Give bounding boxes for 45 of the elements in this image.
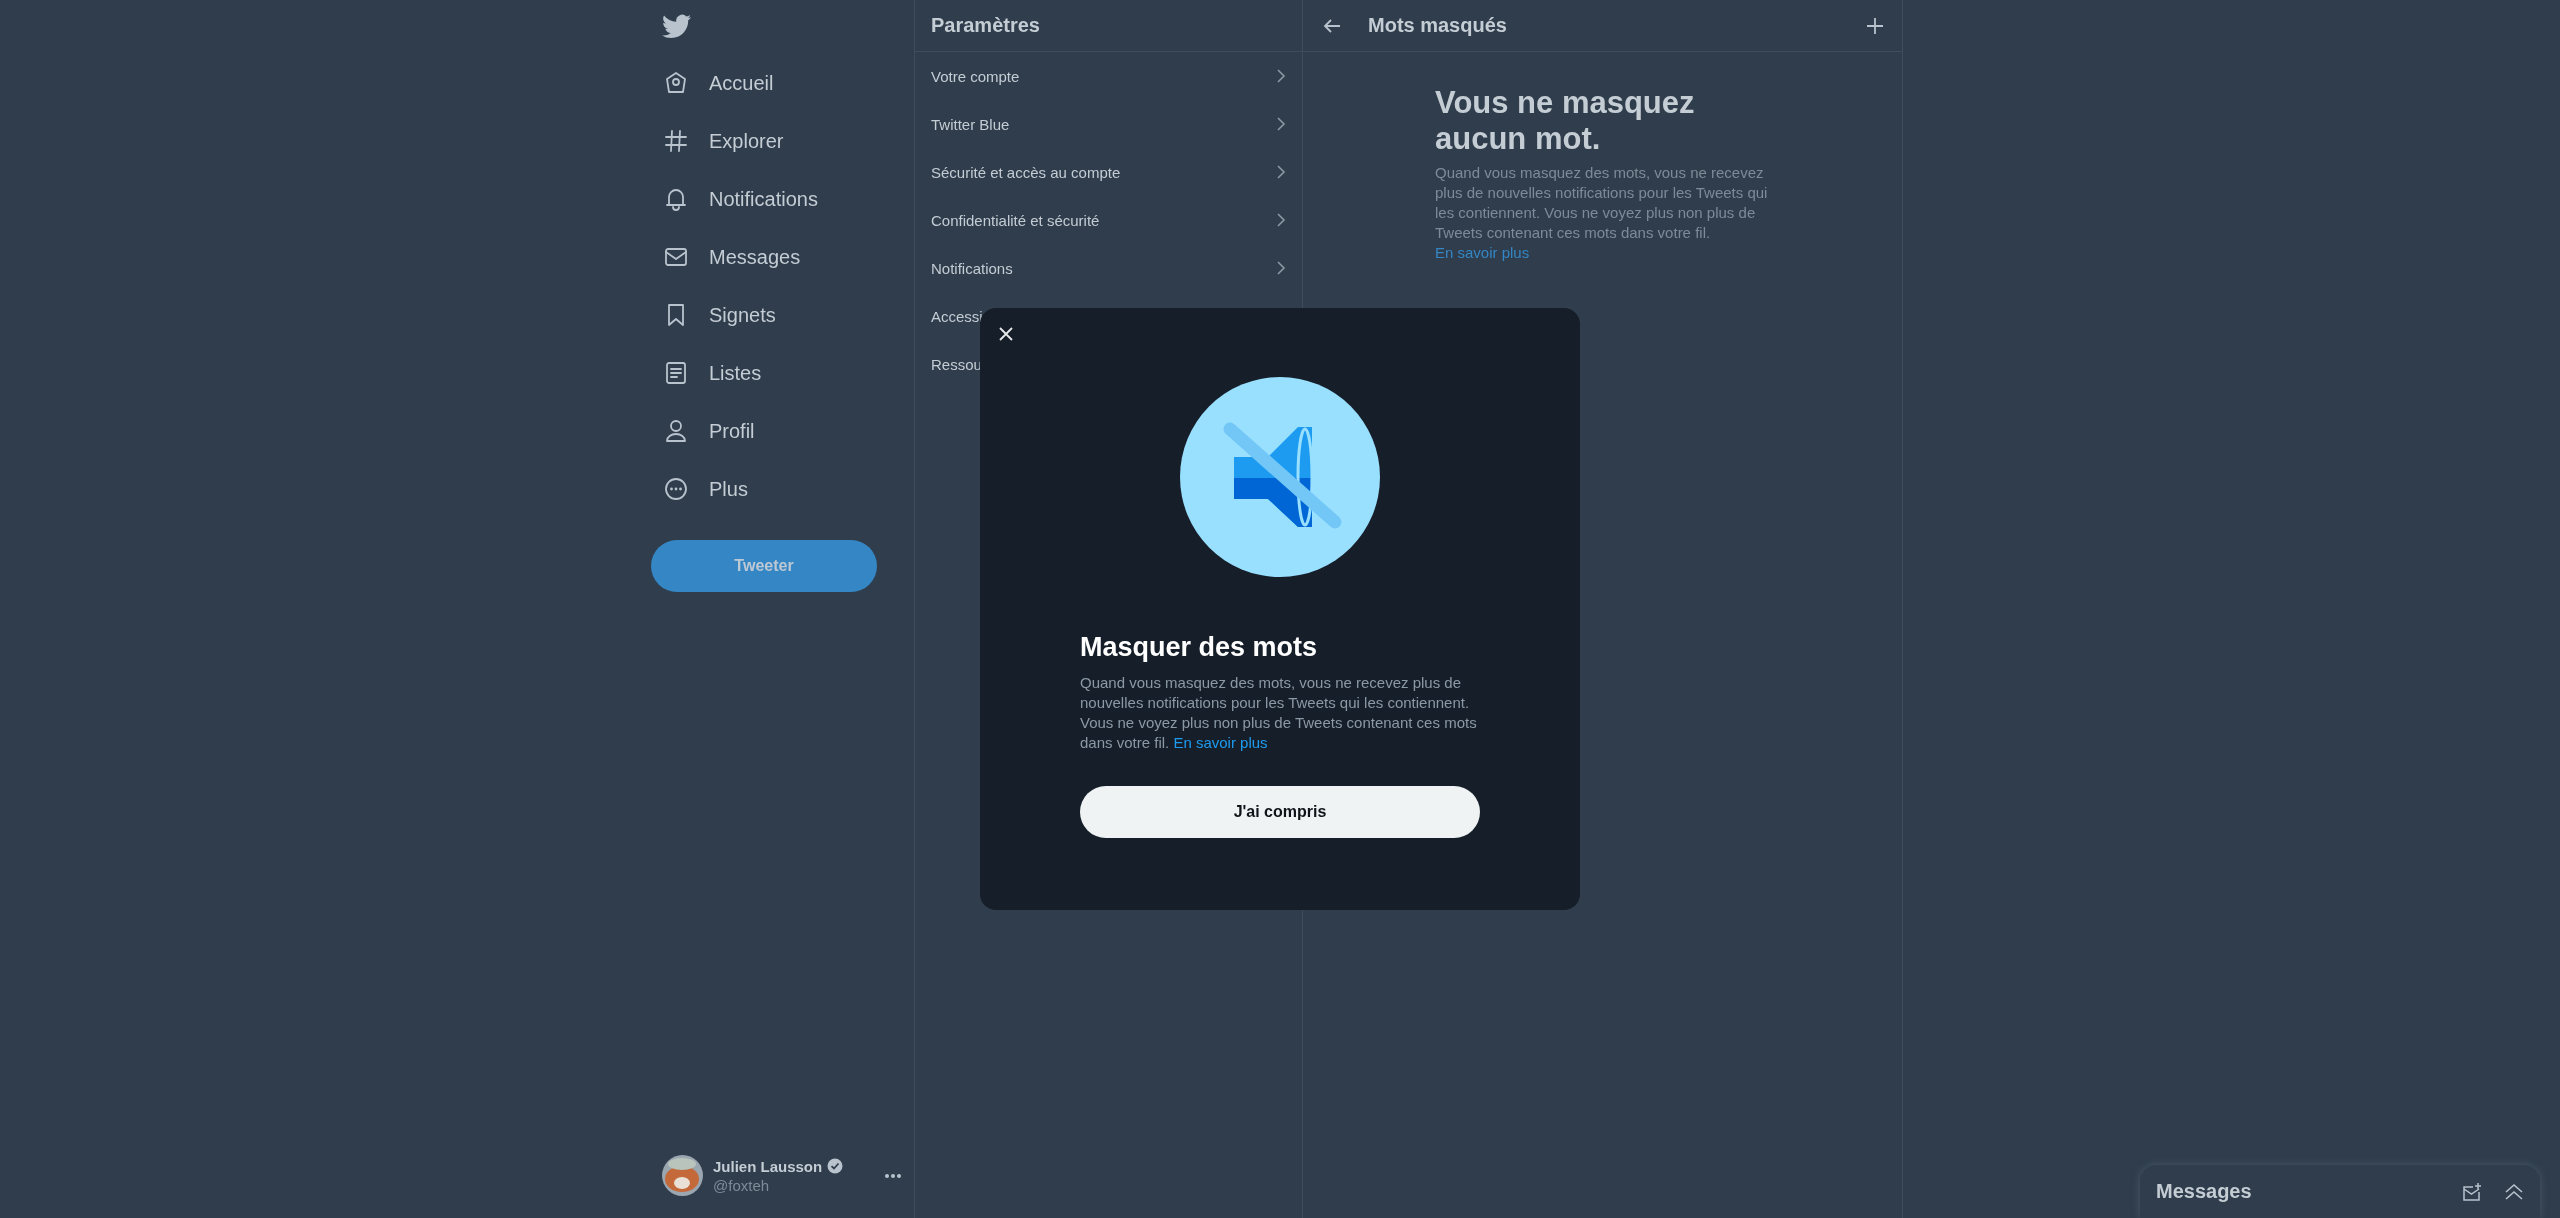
settings-item[interactable]: Votre compte — [915, 52, 1302, 100]
new-message-icon[interactable] — [2462, 1181, 2482, 1202]
column-title: Paramètres — [931, 14, 1040, 37]
more-icon — [663, 476, 689, 502]
settings-item[interactable]: Ressou — [915, 340, 982, 388]
notifications-icon — [663, 186, 689, 212]
chevron-right-icon — [1276, 164, 1286, 180]
hashtag-icon — [663, 128, 689, 154]
settings-item[interactable]: Sécurité et accès au compte — [915, 148, 1302, 196]
bird-logo[interactable] — [662, 14, 692, 40]
list-icon — [663, 360, 689, 386]
nav-item[interactable]: Messages — [651, 228, 815, 286]
chevron-right-icon — [1276, 260, 1286, 276]
settings-item[interactable]: Notifications — [915, 244, 1302, 292]
settings-item[interactable]: Accessi — [915, 292, 983, 340]
nav-item[interactable]: Plus — [651, 460, 762, 518]
avatar — [662, 1155, 703, 1196]
nav-item[interactable]: Notifications — [651, 170, 832, 228]
settings-item[interactable]: Twitter Blue — [915, 100, 1302, 148]
chevron-right-icon — [1276, 68, 1286, 84]
back-arrow-icon[interactable] — [1323, 17, 1341, 34]
chevron-right-icon — [1276, 212, 1286, 228]
confirm-button[interactable]: J'ai compris — [1080, 786, 1480, 838]
chevron-right-icon — [1276, 116, 1286, 132]
account-handle: @foxteh — [713, 1176, 771, 1194]
learn-more-link[interactable]: En savoir plus — [1173, 734, 1268, 751]
empty-state-text: Quand vous masquez des mots, vous ne recevez plus de nouvelles notifications pour les Tweets qui les contiennent. Vous ne voyez plus non plus de Tweets contenant ces mots dans votre fil. En savoir plus — [1435, 163, 1769, 263]
drawer-title: Messages — [2156, 1180, 2253, 1203]
plus-icon[interactable] — [1866, 16, 1884, 35]
nav-item[interactable]: Listes — [651, 344, 776, 402]
person-icon — [663, 418, 689, 444]
column-title: Mots masqués — [1368, 14, 1508, 37]
nav-item[interactable]: Profil — [651, 402, 769, 460]
account-name: Julien Lausson — [713, 1157, 823, 1175]
empty-state-title: Vous ne masquez aucun mot. — [1435, 85, 1696, 157]
dialog-title: Masquer des mots — [1080, 632, 1319, 663]
close-icon[interactable] — [998, 326, 1014, 342]
nav-item[interactable]: Accueil — [651, 54, 788, 112]
dialog-text: Quand vous masquez des mots, vous ne recevez plus de nouvelles notifications pour les Tweets qui les contiennent. Vous ne voyez plus non plus de Tweets contenant ces mots dans votre fil. En savoir plus — [1080, 673, 1478, 753]
more-icon[interactable] — [884, 1172, 902, 1179]
collapse-icon[interactable] — [2504, 1182, 2524, 1201]
nav-item[interactable]: Explorer — [651, 112, 798, 170]
home-icon — [663, 70, 689, 96]
nav-item[interactable]: Signets — [651, 286, 790, 344]
settings-item[interactable]: Confidentialité et sécurité — [915, 196, 1302, 244]
